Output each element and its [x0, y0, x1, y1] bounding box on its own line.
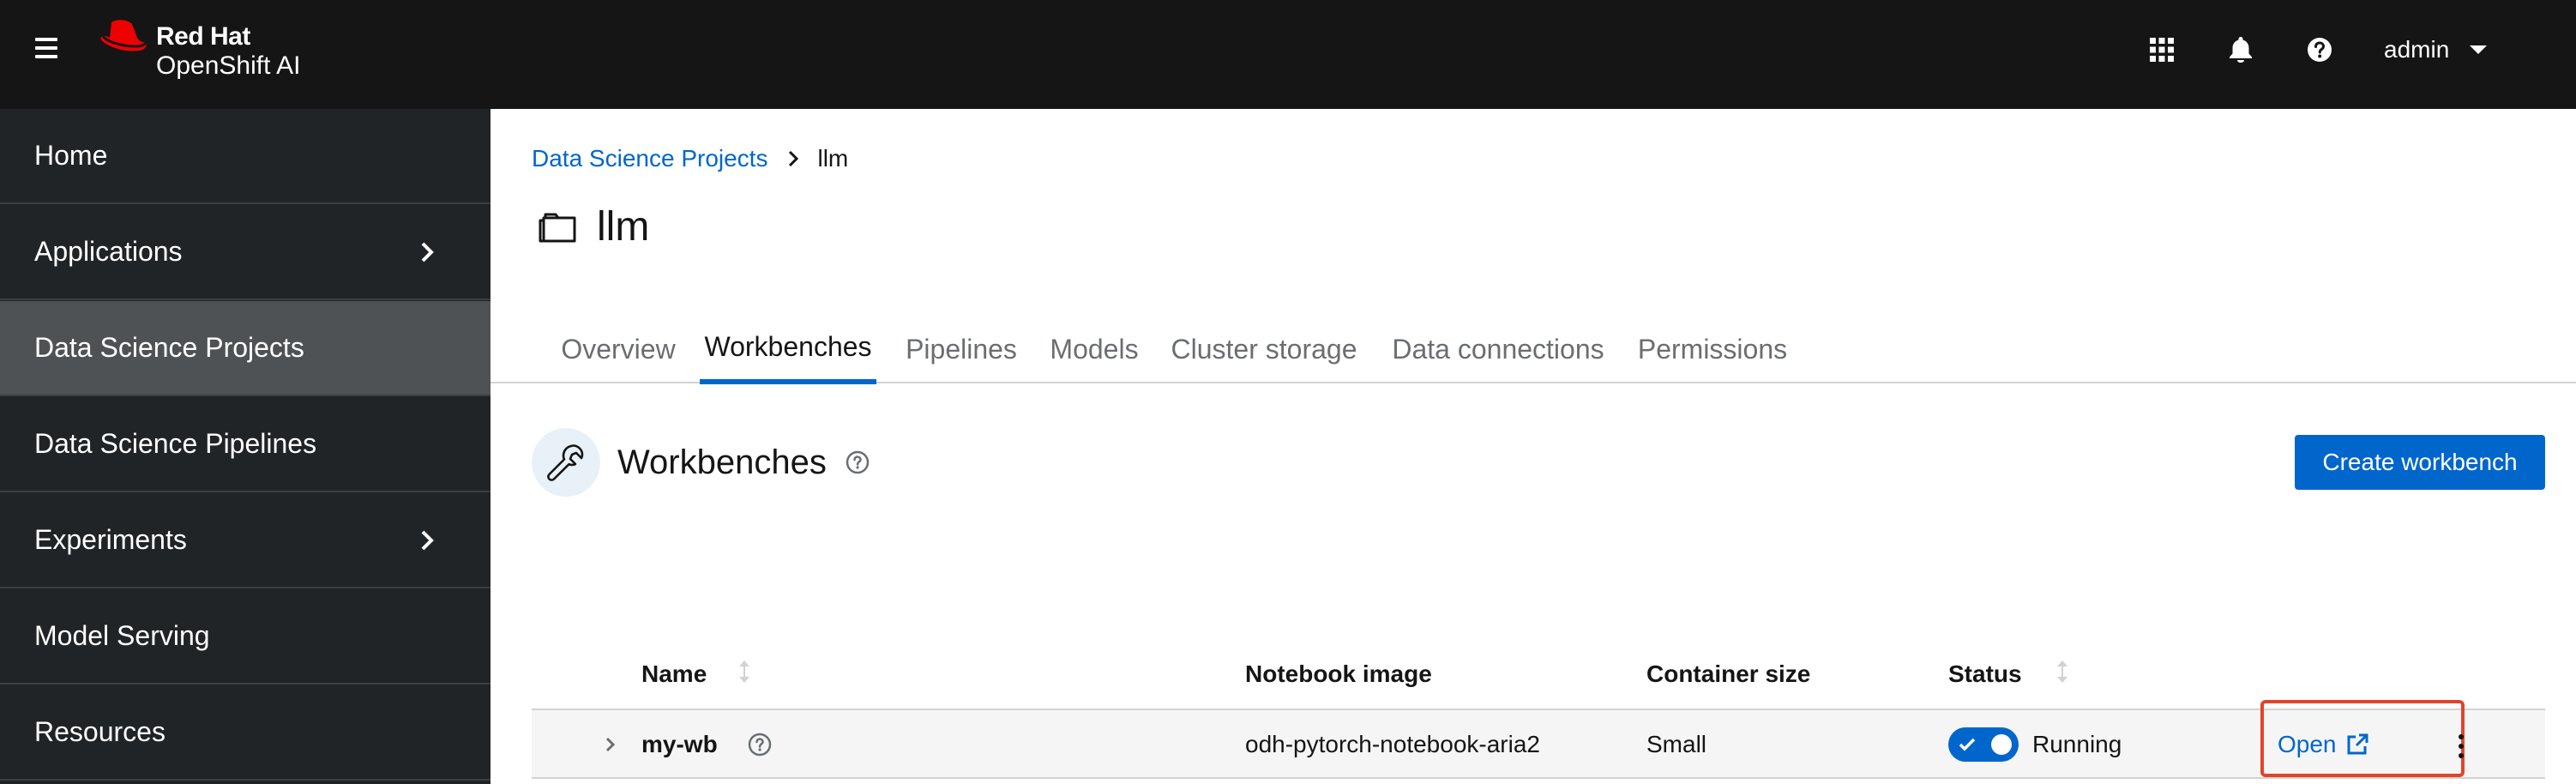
- sidebar-item-label: Home: [34, 140, 108, 171]
- sidebar-item-applications[interactable]: Applications: [0, 205, 491, 300]
- tab-permissions[interactable]: Permissions: [1633, 315, 1792, 383]
- open-workbench-link[interactable]: Open: [2278, 710, 2369, 779]
- section-title: Workbenches: [617, 443, 827, 481]
- tab-workbenches[interactable]: Workbenches: [700, 315, 876, 384]
- sidebar: Home Applications Data Science Projects …: [0, 109, 491, 784]
- caret-down-icon: [2470, 45, 2488, 54]
- help-icon[interactable]: [748, 710, 772, 779]
- chevron-right-icon: [421, 242, 434, 262]
- column-header-notebook-image: Notebook image: [1245, 660, 1432, 687]
- column-header-container-size: Container size: [1646, 660, 1811, 687]
- workbench-name: my-wb: [641, 731, 718, 757]
- chevron-right-icon: [421, 530, 434, 551]
- status-label: Running: [2032, 731, 2122, 757]
- external-link-icon: [2347, 733, 2368, 755]
- tabs: Overview Workbenches Pipelines Models Cl…: [491, 315, 2576, 384]
- open-link-label: Open: [2278, 731, 2337, 757]
- table-header: Name Notebook image Container size Statu…: [532, 602, 2545, 709]
- toggle-knob: [1991, 734, 2012, 755]
- sidebar-item-home[interactable]: Home: [0, 109, 491, 204]
- sidebar-item-label: Model Serving: [34, 620, 210, 651]
- tab-pipelines[interactable]: Pipelines: [899, 315, 1024, 383]
- breadcrumb: Data Science Projects llm: [532, 145, 848, 172]
- chevron-right-icon: [788, 150, 799, 167]
- sidebar-item-data-science-projects[interactable]: Data Science Projects: [0, 301, 491, 396]
- app-launcher-grid-icon[interactable]: [2145, 33, 2179, 67]
- tab-overview[interactable]: Overview: [559, 315, 677, 383]
- kebab-menu-icon[interactable]: [2453, 729, 2470, 763]
- open-link[interactable]: Open: [2278, 731, 2369, 758]
- column-header-label: Name: [641, 660, 707, 687]
- status-cell: Running: [1948, 710, 2122, 779]
- sidebar-item-label: Resources: [34, 716, 166, 747]
- brand-logo[interactable]: Red Hat OpenShift AI: [98, 19, 321, 87]
- sidebar-item-label: Applications: [34, 236, 183, 267]
- tab-data-connections[interactable]: Data connections: [1386, 315, 1610, 383]
- column-header-status[interactable]: Status: [1948, 660, 2022, 688]
- red-hat-icon: [100, 20, 147, 51]
- sort-icon[interactable]: [2055, 659, 2069, 684]
- page-title-row: llm: [539, 203, 649, 250]
- workbenches-section-header: Workbenches: [532, 428, 870, 497]
- help-icon[interactable]: [2302, 33, 2337, 67]
- user-menu[interactable]: admin: [2384, 31, 2488, 69]
- sort-icon[interactable]: [737, 659, 751, 684]
- workbench-status-toggle[interactable]: [1948, 727, 2019, 762]
- sidebar-item-label: Data Science Projects: [34, 332, 304, 363]
- user-name: admin: [2384, 36, 2450, 63]
- bell-icon[interactable]: [2224, 33, 2258, 67]
- folder-icon: [539, 213, 576, 242]
- main-content: Data Science Projects llm llm Overview W…: [491, 109, 2576, 784]
- sidebar-item-experiments[interactable]: Experiments: [0, 493, 491, 588]
- page-title: llm: [597, 204, 650, 250]
- help-icon[interactable]: [846, 450, 870, 474]
- menu-icon[interactable]: [35, 38, 57, 58]
- sidebar-item-model-serving[interactable]: Model Serving: [0, 589, 491, 684]
- tab-cluster-storage[interactable]: Cluster storage: [1165, 315, 1363, 383]
- notebook-image-value: odh-pytorch-notebook-aria2: [1245, 731, 1540, 757]
- tab-models[interactable]: Models: [1046, 315, 1142, 383]
- breadcrumb-current: llm: [817, 145, 849, 172]
- sidebar-item-label: Experiments: [34, 524, 187, 555]
- sidebar-item-resources[interactable]: Resources: [0, 685, 491, 781]
- breadcrumb-link-projects[interactable]: Data Science Projects: [532, 145, 767, 172]
- brand-line1: Red Hat: [156, 22, 250, 51]
- sidebar-item-label: Data Science Pipelines: [34, 428, 317, 459]
- checkmark-icon: [1959, 738, 1976, 751]
- column-header-label: Status: [1948, 660, 2022, 687]
- masthead: Red Hat OpenShift AI admin: [0, 0, 2576, 109]
- sidebar-item-data-science-pipelines[interactable]: Data Science Pipelines: [0, 397, 491, 492]
- container-size-value: Small: [1646, 731, 1707, 757]
- create-workbench-button[interactable]: Create workbench: [2295, 435, 2545, 490]
- brand-line2: OpenShift AI: [156, 51, 301, 80]
- column-header-name[interactable]: Name: [641, 660, 707, 688]
- chevron-right-icon: [605, 737, 616, 752]
- table-row: my-wb odh-pytorch-notebook-aria2 Small R…: [532, 700, 2545, 779]
- wrench-icon: [532, 428, 600, 497]
- expand-row-toggle[interactable]: [605, 710, 616, 779]
